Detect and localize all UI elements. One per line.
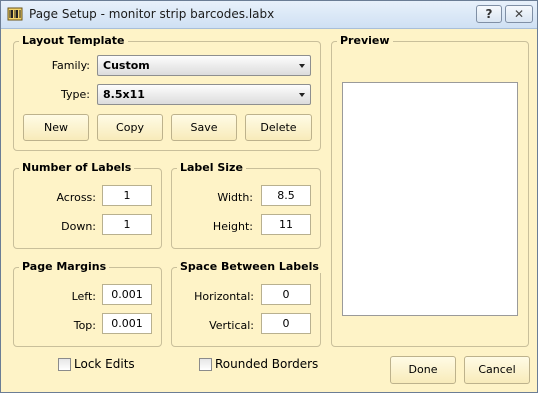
width-label: Width:: [217, 191, 253, 204]
rounded-borders-label[interactable]: Rounded Borders: [215, 357, 318, 371]
app-icon: [7, 7, 23, 21]
rounded-borders-checkbox[interactable]: [199, 358, 212, 371]
label-size-legend: Label Size: [177, 161, 246, 174]
type-label: Type:: [61, 88, 90, 101]
family-select[interactable]: Custom: [97, 55, 311, 76]
help-icon: ?: [485, 7, 493, 21]
across-input[interactable]: 1: [102, 185, 152, 206]
horizontal-input[interactable]: 0: [261, 284, 311, 305]
chevron-down-icon: [299, 93, 305, 97]
close-button[interactable]: ✕: [505, 5, 533, 23]
space-between-labels-legend: Space Between Labels: [177, 260, 322, 273]
close-icon: ✕: [513, 7, 525, 21]
help-button[interactable]: ?: [476, 5, 502, 23]
width-input[interactable]: 8.5: [261, 185, 311, 206]
done-button[interactable]: Done: [390, 356, 456, 384]
margin-left-label: Left:: [71, 290, 96, 303]
vertical-input[interactable]: 0: [261, 313, 311, 334]
margin-top-label: Top:: [73, 319, 96, 332]
title-bar[interactable]: Page Setup - monitor strip barcodes.labx…: [1, 1, 537, 29]
type-select[interactable]: 8.5x11: [97, 84, 311, 105]
page-setup-window: Page Setup - monitor strip barcodes.labx…: [0, 0, 538, 393]
save-button[interactable]: Save: [171, 114, 237, 141]
number-of-labels-group: Number of Labels Across: 1 Down: 1: [13, 161, 162, 249]
family-value: Custom: [103, 59, 150, 72]
layout-template-legend: Layout Template: [19, 34, 128, 47]
space-between-labels-group: Space Between Labels Horizontal: 0 Verti…: [171, 260, 322, 347]
page-margins-legend: Page Margins: [19, 260, 110, 273]
label-size-group: Label Size Width: 8.5 Height: 11: [171, 161, 321, 249]
layout-template-group: Layout Template Family: Custom Type: 8.5…: [13, 34, 321, 151]
copy-button[interactable]: Copy: [97, 114, 163, 141]
margin-left-input[interactable]: 0.001: [102, 284, 152, 305]
lock-edits-checkbox[interactable]: [58, 358, 71, 371]
preview-legend: Preview: [337, 34, 393, 47]
window-title: Page Setup - monitor strip barcodes.labx: [29, 7, 275, 21]
page-margins-group: Page Margins Left: 0.001 Top: 0.001: [13, 260, 162, 347]
family-label: Family:: [51, 59, 90, 72]
cancel-button[interactable]: Cancel: [464, 356, 530, 384]
height-label: Height:: [212, 220, 253, 233]
down-input[interactable]: 1: [102, 214, 152, 235]
across-label: Across:: [56, 191, 96, 204]
new-button[interactable]: New: [23, 114, 89, 141]
type-value: 8.5x11: [103, 88, 145, 101]
number-of-labels-legend: Number of Labels: [19, 161, 135, 174]
horizontal-label: Horizontal:: [194, 290, 254, 303]
preview-page: [342, 82, 518, 316]
delete-button[interactable]: Delete: [245, 114, 312, 141]
height-input[interactable]: 11: [261, 214, 311, 235]
margin-top-input[interactable]: 0.001: [102, 313, 152, 334]
vertical-label: Vertical:: [209, 319, 254, 332]
down-label: Down:: [61, 220, 96, 233]
preview-group: Preview: [331, 34, 529, 347]
lock-edits-label[interactable]: Lock Edits: [74, 357, 135, 371]
chevron-down-icon: [299, 64, 305, 68]
